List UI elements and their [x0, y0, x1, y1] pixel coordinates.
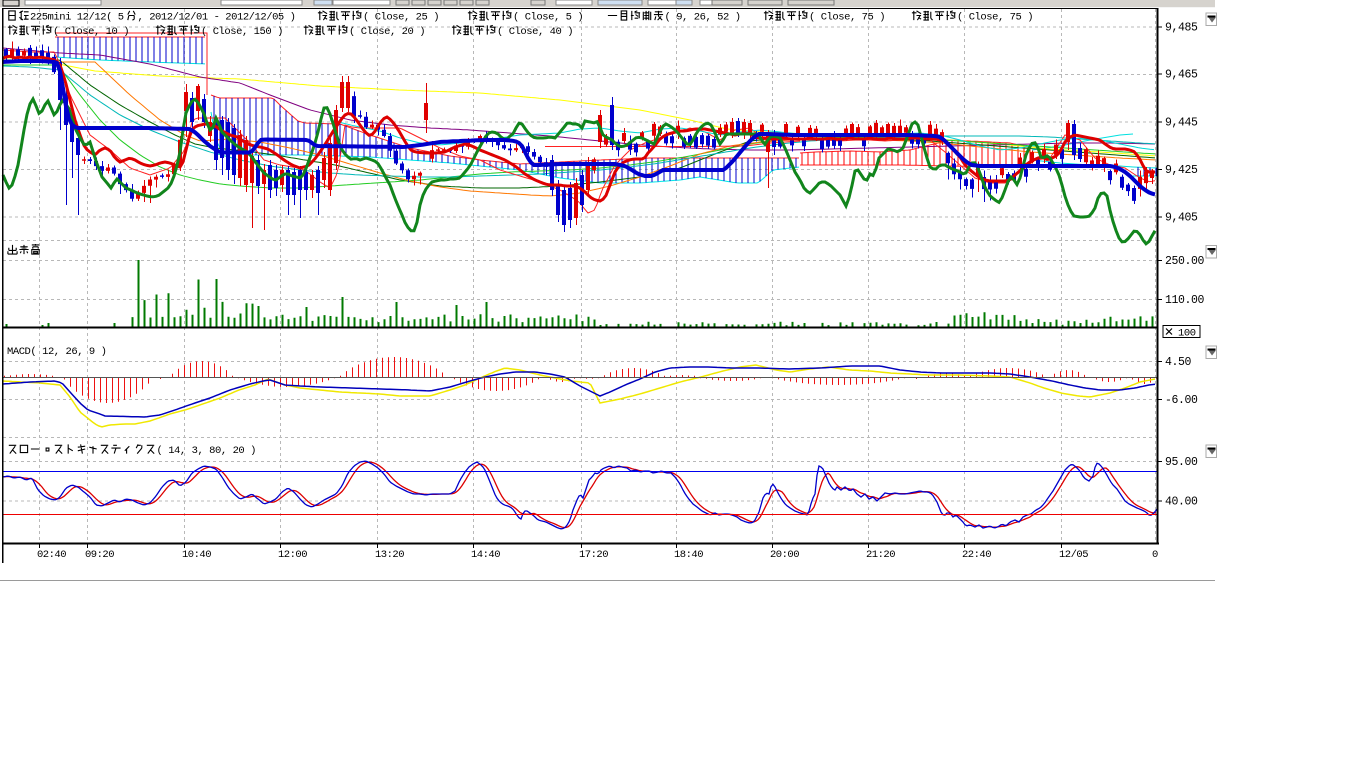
- svg-text:13:20: 13:20: [375, 549, 404, 561]
- svg-text:9,445: 9,445: [1165, 117, 1198, 130]
- svg-text:95.00: 95.00: [1165, 456, 1198, 469]
- svg-text:9,485: 9,485: [1165, 22, 1198, 35]
- svg-text:225mini 12/12( 5: 225mini 12/12( 5: [30, 12, 124, 24]
- svg-text:( Close, 10 ): ( Close, 10 ): [53, 26, 129, 38]
- svg-text:40.00: 40.00: [1165, 496, 1198, 509]
- svg-text:( 14, 3, 80, 20 ): ( 14, 3, 80, 20 ): [157, 445, 256, 457]
- svg-text:MACD( 12, 26, 9 ): MACD( 12, 26, 9 ): [7, 346, 106, 358]
- svg-text:( Close, 20 ): ( Close, 20 ): [349, 26, 425, 38]
- svg-text:02:40: 02:40: [37, 549, 66, 561]
- svg-text:20:00: 20:00: [770, 549, 799, 561]
- svg-text:100: 100: [1178, 328, 1196, 340]
- svg-text:12:00: 12:00: [278, 549, 307, 561]
- svg-text:9,405: 9,405: [1165, 212, 1198, 225]
- svg-text:, 2012/12/01 - 2012/12/05 ): , 2012/12/01 - 2012/12/05 ): [138, 12, 296, 24]
- svg-text:-6.00: -6.00: [1165, 394, 1198, 407]
- svg-text:22:40: 22:40: [962, 549, 991, 561]
- svg-text:( Close, 75 ): ( Close, 75 ): [809, 12, 885, 24]
- svg-text:( Close, 25 ): ( Close, 25 ): [363, 12, 439, 24]
- svg-text:( Close, 75 ): ( Close, 75 ): [957, 12, 1033, 24]
- svg-text:0: 0: [1152, 549, 1158, 561]
- svg-text:12/05: 12/05: [1059, 549, 1088, 561]
- svg-text:18:40: 18:40: [674, 549, 703, 561]
- svg-text:9,465: 9,465: [1165, 69, 1198, 82]
- svg-text:21:20: 21:20: [866, 549, 895, 561]
- svg-text:110.00: 110.00: [1165, 294, 1205, 307]
- svg-text:17:20: 17:20: [579, 549, 608, 561]
- svg-text:10:40: 10:40: [182, 549, 211, 561]
- svg-text:( 9, 26, 52 ): ( 9, 26, 52 ): [665, 12, 741, 24]
- svg-text:250.00: 250.00: [1165, 255, 1205, 268]
- svg-text:4.50: 4.50: [1165, 356, 1192, 369]
- svg-text:9,425: 9,425: [1165, 164, 1198, 177]
- svg-text:09:20: 09:20: [85, 549, 114, 561]
- svg-text:( Close, 40 ): ( Close, 40 ): [497, 26, 573, 38]
- svg-text:( Close, 5 ): ( Close, 5 ): [513, 12, 583, 24]
- svg-text:( Close, 150 ): ( Close, 150 ): [201, 26, 283, 38]
- svg-text:14:40: 14:40: [471, 549, 500, 561]
